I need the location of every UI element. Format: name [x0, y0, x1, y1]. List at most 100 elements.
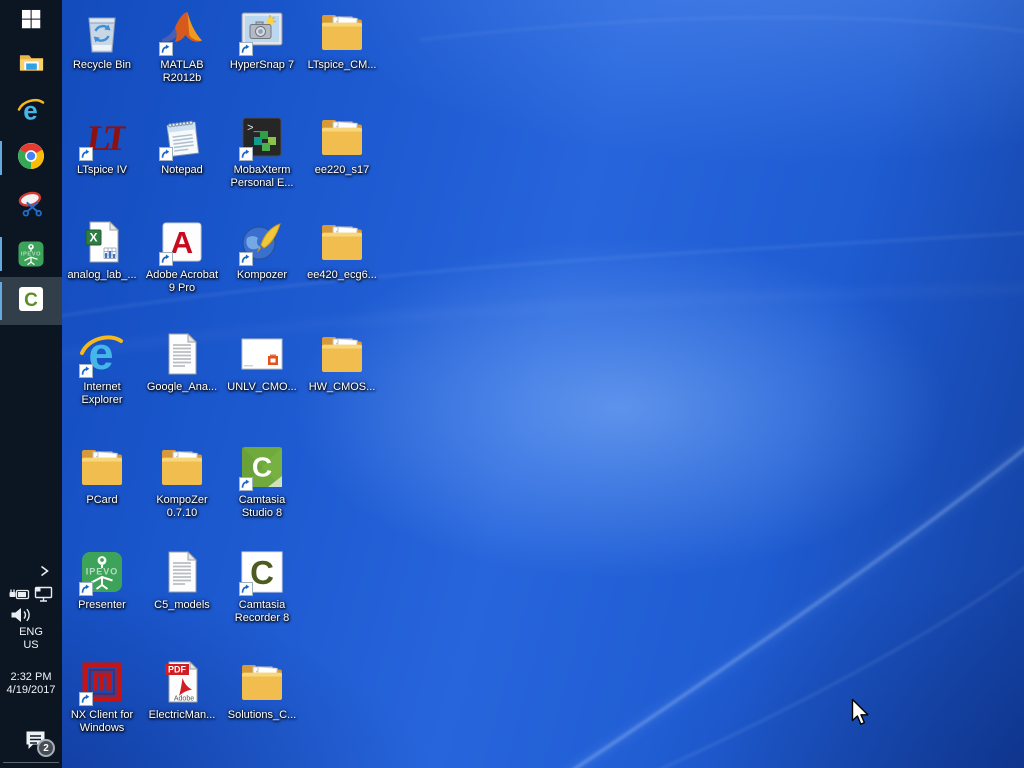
tray-overflow-chevron-icon[interactable]	[37, 563, 52, 584]
desktop-icon-label: LTspice IV	[62, 164, 142, 177]
desktop-icon-label: Internet Explorer	[62, 381, 142, 407]
desktop-icon-folder-11[interactable]: ee420_ecg6...	[302, 218, 382, 282]
shortcut-arrow-icon	[159, 147, 173, 161]
taskbar: e IPEVO C	[0, 0, 62, 768]
desktop-icon-doc-20[interactable]: C5_models	[142, 548, 222, 612]
doc-icon	[158, 330, 206, 378]
desktop-icon-label: ElectricMan...	[142, 709, 222, 722]
desktop-icon-internet-explorer-12[interactable]: e Internet Explorer	[62, 330, 142, 407]
desktop-icon-folder-17[interactable]: KompoZer 0.7.10	[142, 443, 222, 520]
doc-icon	[158, 548, 206, 596]
desktop-icon-label: UNLV_CMO...	[222, 381, 302, 394]
taskbar-button-file-explorer[interactable]	[0, 46, 62, 84]
shortcut-arrow-icon	[159, 252, 173, 266]
desktop-icon-folder-7[interactable]: ee220_s17	[302, 113, 382, 177]
folder-icon	[78, 443, 126, 491]
desktop-icon-label: analog_lab_...	[62, 269, 142, 282]
desktop-icon-excel-doc-8[interactable]: X analog_lab_...	[62, 218, 142, 282]
svg-text:>_: >_	[247, 123, 261, 135]
folder-icon	[318, 330, 366, 378]
desktop-icon-label: MATLAB R2012b	[142, 59, 222, 85]
svg-text:IPEVO: IPEVO	[86, 567, 119, 577]
folder-icon	[158, 443, 206, 491]
desktop-icon-doc-13[interactable]: Google_Ana...	[142, 330, 222, 394]
taskbar-button-start[interactable]	[0, 2, 62, 40]
windows-desktop: Recycle Bin MATLAB R2012b HyperSnap 7 LT…	[0, 0, 1024, 768]
desktop-icon-unlv-doc-14[interactable]: UNLV_CMO...	[222, 330, 302, 394]
nx-client-icon	[78, 658, 126, 706]
internet-explorer-icon: e	[17, 96, 45, 129]
taskbar-button-chrome[interactable]	[0, 136, 62, 180]
desktop-icon-hypersnap-2[interactable]: HyperSnap 7	[222, 8, 302, 72]
desktop-icon-camtasia-recorder-21[interactable]: C Camtasia Recorder 8	[222, 548, 302, 625]
shortcut-arrow-icon	[239, 252, 253, 266]
desktop-icon-label: PCard	[62, 494, 142, 507]
desktop-icon-ltspice-4[interactable]: LT LTspice IV	[62, 113, 142, 177]
folder-icon	[318, 113, 366, 161]
desktop-icon-label: KompoZer 0.7.10	[142, 494, 222, 520]
taskbar-button-camtasia[interactable]: C	[0, 277, 62, 325]
chrome-icon	[17, 142, 45, 175]
desktop-icon-ipevo-presenter-19[interactable]: IPEVO Presenter	[62, 548, 142, 612]
shortcut-arrow-icon	[159, 42, 173, 56]
desktop-icon-matlab-1[interactable]: MATLAB R2012b	[142, 8, 222, 85]
notification-badge[interactable]: 2	[37, 739, 55, 757]
folder-icon	[318, 8, 366, 56]
desktop-icon-acrobat-9[interactable]: A Adobe Acrobat 9 Pro	[142, 218, 222, 295]
desktop-icon-pdf-doc-23[interactable]: PDF Adobe ElectricMan...	[142, 658, 222, 722]
mobaxterm-icon: >_	[238, 113, 286, 161]
start-icon	[20, 8, 42, 35]
svg-text:C: C	[24, 290, 38, 311]
shortcut-arrow-icon	[79, 692, 93, 706]
desktop-icon-folder-24[interactable]: Solutions_C...	[222, 658, 302, 722]
shortcut-arrow-icon	[239, 477, 253, 491]
desktop-icon-label: LTspice_CM...	[302, 59, 382, 72]
show-desktop-divider[interactable]	[3, 762, 59, 763]
desktop-icon-mobaxterm-6[interactable]: >_ MobaXterm Personal E...	[222, 113, 302, 190]
desktop-icon-label: Presenter	[62, 599, 142, 612]
camtasia-recorder-icon: C	[238, 548, 286, 596]
desktop-icon-kompozer-10[interactable]: Kompozer	[222, 218, 302, 282]
desktop-icon-label: ee420_ecg6...	[302, 269, 382, 282]
desktop-icon-label: Adobe Acrobat 9 Pro	[142, 269, 222, 295]
desktop-icon-camtasia-studio-18[interactable]: C Camtasia Studio 8	[222, 443, 302, 520]
desktop-icon-nx-client-22[interactable]: NX Client for Windows	[62, 658, 142, 735]
desktop-icon-label: Notepad	[142, 164, 222, 177]
power-status-icon[interactable]	[7, 586, 31, 608]
shortcut-arrow-icon	[79, 364, 93, 378]
recycle-bin-icon	[78, 8, 126, 56]
clock[interactable]: 2:32 PM 4/19/2017	[0, 671, 62, 697]
ipevo-presenter-icon: IPEVO	[78, 548, 126, 596]
language-indicator[interactable]: ENG US	[0, 626, 62, 652]
shortcut-arrow-icon	[79, 582, 93, 596]
shortcut-arrow-icon	[79, 147, 93, 161]
desktop-icons-grid: Recycle Bin MATLAB R2012b HyperSnap 7 LT…	[0, 0, 1024, 768]
acrobat-icon: A	[158, 218, 206, 266]
file-explorer-icon	[18, 49, 45, 81]
excel-doc-icon: X	[78, 218, 126, 266]
clock-date: 4/19/2017	[0, 684, 62, 697]
taskbar-button-internet-explorer[interactable]: e	[0, 92, 62, 132]
desktop-icon-recycle-bin-0[interactable]: Recycle Bin	[62, 8, 142, 72]
desktop-icon-label: Camtasia Studio 8	[222, 494, 302, 520]
desktop-icon-label: ee220_s17	[302, 164, 382, 177]
ltspice-icon: LT	[78, 113, 126, 161]
desktop-icon-folder-16[interactable]: PCard	[62, 443, 142, 507]
desktop-icon-label: C5_models	[142, 599, 222, 612]
taskbar-button-snipping-tool[interactable]	[0, 184, 62, 228]
desktop-icon-folder-15[interactable]: HW_CMOS...	[302, 330, 382, 394]
taskbar-button-ipevo-presenter[interactable]: IPEVO	[0, 232, 62, 276]
mouse-cursor	[851, 698, 873, 728]
network-status-icon[interactable]	[33, 585, 54, 608]
desktop-icon-label: Camtasia Recorder 8	[222, 599, 302, 625]
desktop-icon-notepad-5[interactable]: Notepad	[142, 113, 222, 177]
svg-text:Adobe: Adobe	[174, 696, 194, 703]
desktop-icon-folder-3[interactable]: LTspice_CM...	[302, 8, 382, 72]
desktop-icon-label: MobaXterm Personal E...	[222, 164, 302, 190]
desktop-icon-label: Solutions_C...	[222, 709, 302, 722]
camtasia-studio-icon: C	[238, 443, 286, 491]
kompozer-icon	[238, 218, 286, 266]
camtasia-icon: C	[17, 285, 45, 318]
internet-explorer-icon: e	[78, 330, 126, 378]
svg-text:PDF: PDF	[168, 665, 187, 675]
